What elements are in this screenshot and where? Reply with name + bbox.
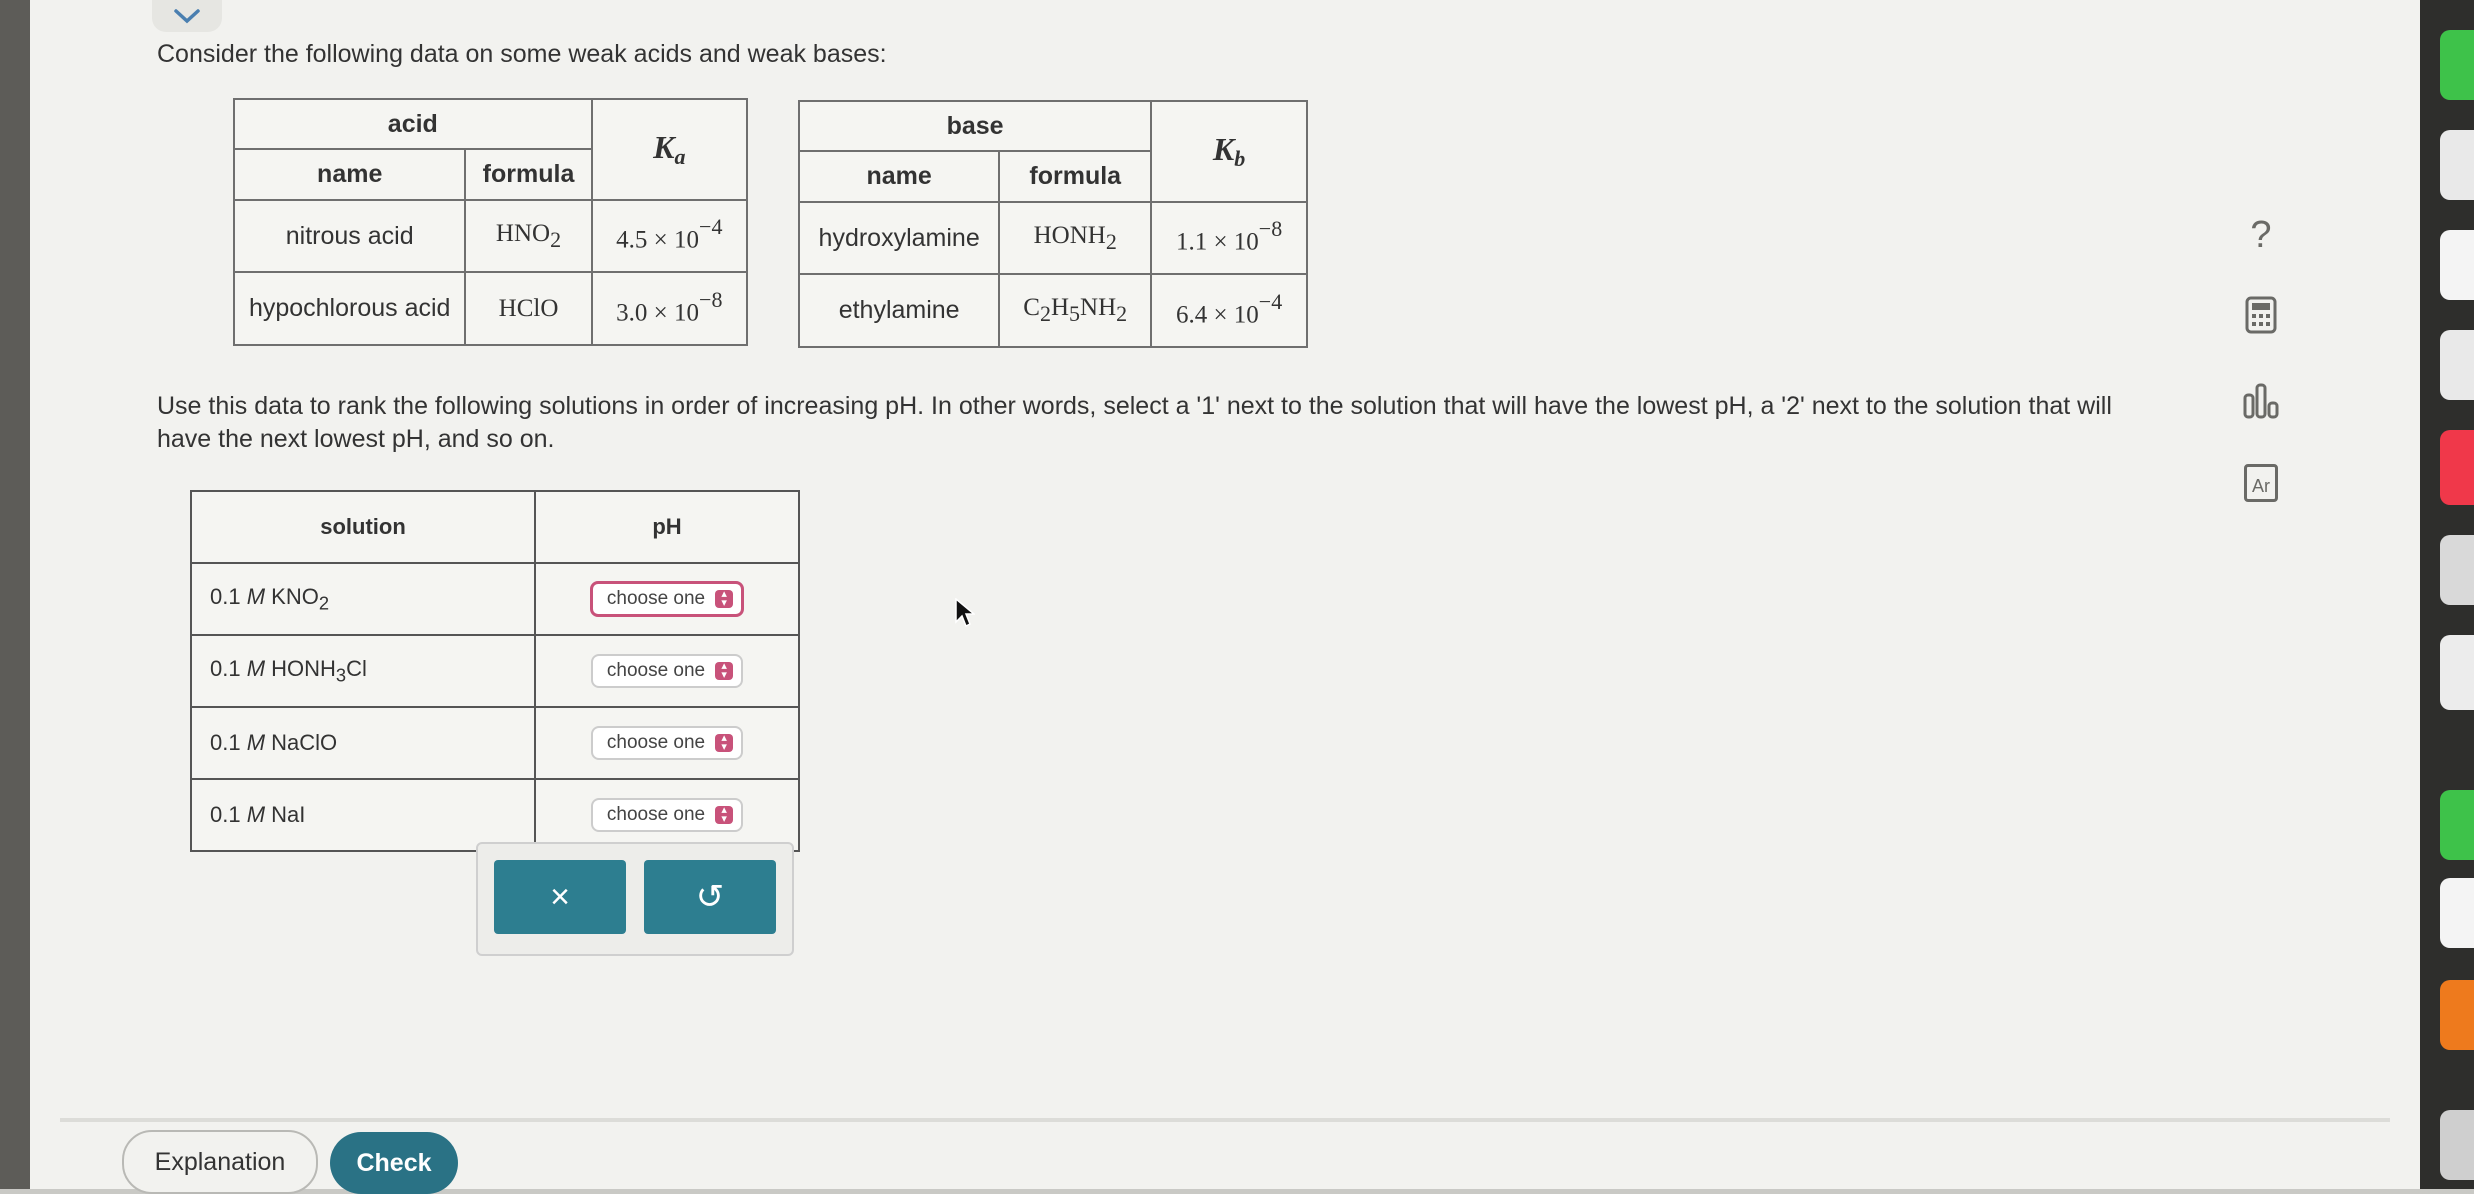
calculator-icon[interactable]	[2236, 290, 2286, 340]
acid-table: acid Ka name formula nitrous acid HNO2 4…	[232, 97, 749, 346]
check-button[interactable]: Check	[330, 1132, 458, 1194]
solution-name: 0.1 M NaI	[190, 778, 536, 852]
base-row: ethylamine C2H5NH2 6.4 × 10−4	[797, 273, 1308, 348]
solution-name: 0.1 M NaClO	[190, 706, 536, 780]
acid-name-header: name	[232, 148, 467, 201]
kb-value: 1.1 × 10−8	[1150, 200, 1308, 276]
divider	[60, 1118, 2390, 1122]
trash-icon[interactable]	[2440, 1110, 2474, 1180]
solution-row: 0.1 M NaI choose one ▴ ▾	[190, 778, 800, 852]
calendar-app-icon[interactable]	[2440, 230, 2474, 300]
acid-row: hypochlorous acid HClO 3.0 × 10−8	[232, 271, 749, 346]
help-icon[interactable]: ?	[2236, 210, 2286, 260]
ka-value: 3.0 × 10−8	[590, 271, 749, 346]
ph-rank-select[interactable]: choose one ▴ ▾	[590, 654, 744, 688]
facetime-app-icon[interactable]	[2440, 790, 2474, 860]
select-arrows-icon: ▴ ▾	[715, 733, 734, 753]
select-arrows-icon: ▴ ▾	[715, 589, 734, 609]
instruction-text: Use this data to rank the following solu…	[157, 392, 2112, 453]
base-name-header: name	[797, 150, 1001, 203]
chevron-down-icon	[174, 9, 200, 24]
base-formula: C2H5NH2	[998, 273, 1153, 348]
chrome-app-icon[interactable]	[2440, 878, 2474, 948]
base-name: ethylamine	[797, 273, 1001, 348]
base-formula-header: formula	[998, 150, 1153, 203]
reminders-app-icon[interactable]	[2440, 330, 2474, 400]
ka-header: Ka	[590, 98, 749, 201]
acid-formula-header: formula	[464, 148, 593, 201]
acid-formula: HNO2	[464, 198, 593, 274]
select-arrows-icon: ▴ ▾	[715, 661, 734, 681]
base-name: hydroxylamine	[797, 200, 1001, 276]
acid-name: nitrous acid	[232, 198, 467, 274]
answer-actions: × ↺	[476, 842, 794, 956]
screen-bezel-left	[0, 0, 30, 1189]
kb-value: 6.4 × 10−4	[1150, 273, 1308, 348]
clear-button[interactable]: ×	[494, 860, 626, 934]
ph-rank-select[interactable]: choose one ▴ ▾	[590, 798, 744, 832]
close-icon: ×	[550, 877, 570, 916]
undo-icon: ↺	[695, 878, 725, 916]
ph-rank-select[interactable]: choose one ▴ ▾	[589, 581, 745, 617]
solution-row: 0.1 M NaClO choose one ▴ ▾	[190, 706, 800, 780]
solution-row: 0.1 M HONH3Cl choose one ▴ ▾	[190, 634, 800, 708]
ph-rank-select[interactable]: choose one ▴ ▾	[590, 726, 744, 760]
base-row: hydroxylamine HONH2 1.1 × 10−8	[797, 200, 1308, 276]
explanation-button[interactable]: Explanation	[122, 1130, 318, 1194]
kb-header: Kb	[1150, 100, 1308, 203]
base-formula: HONH2	[998, 200, 1153, 276]
messages-app-icon[interactable]	[2440, 30, 2474, 100]
solution-name: 0.1 M KNO2	[190, 562, 536, 636]
acid-group-header: acid	[233, 97, 593, 151]
base-group-header: base	[797, 99, 1153, 153]
orange-app-icon[interactable]	[2440, 980, 2474, 1050]
base-table: base Kb name formula hydroxylamine HONH2…	[797, 99, 1308, 348]
preview-app-icon[interactable]	[2440, 635, 2474, 710]
solution-row: 0.1 M KNO2 choose one ▴ ▾	[190, 562, 800, 636]
ph-header: pH	[534, 490, 800, 564]
collapse-toggle[interactable]	[152, 0, 222, 32]
question-text: Consider the following data on some weak…	[157, 40, 887, 68]
periodic-table-icon[interactable]: Ar	[2236, 458, 2286, 508]
solution-name: 0.1 M HONH3Cl	[190, 634, 536, 708]
launchpad-app-icon[interactable]	[2440, 130, 2474, 200]
acid-row: nitrous acid HNO2 4.5 × 10−4	[232, 198, 749, 274]
safari-app-icon[interactable]	[2440, 535, 2474, 605]
music-app-icon[interactable]	[2440, 430, 2474, 505]
data-chart-icon[interactable]	[2236, 376, 2286, 426]
mouse-cursor-icon	[955, 597, 977, 633]
select-arrows-icon: ▴ ▾	[715, 805, 734, 825]
ka-value: 4.5 × 10−4	[590, 198, 749, 274]
undo-button[interactable]: ↺	[644, 860, 776, 934]
acid-name: hypochlorous acid	[232, 271, 467, 346]
solution-header: solution	[190, 490, 536, 564]
acid-formula: HClO	[464, 271, 593, 346]
solution-table: solution pH 0.1 M KNO2 choose one ▴ ▾ 0.1 …	[190, 490, 800, 852]
